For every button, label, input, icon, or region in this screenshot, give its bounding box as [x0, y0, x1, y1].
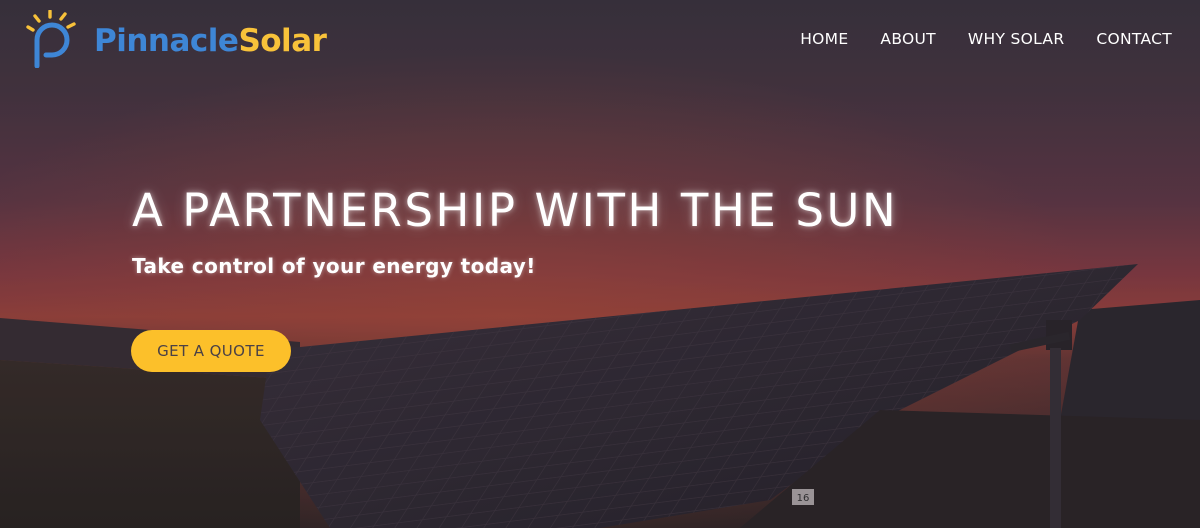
sun-p-icon — [26, 10, 76, 68]
main-nav: HOME ABOUT WHY SOLAR CONTACT — [768, 29, 1172, 49]
nav-item-contact[interactable]: CONTACT — [1096, 29, 1172, 49]
get-a-quote-button[interactable]: GET A QUOTE — [131, 330, 291, 372]
hero-subheadline: Take control of your energy today! — [132, 254, 536, 278]
brand-name: PinnacleSolar — [94, 22, 327, 59]
nav-item-home[interactable]: HOME — [800, 29, 848, 49]
nav-item-why-solar[interactable]: WHY SOLAR — [968, 29, 1064, 49]
brand-logo[interactable]: PinnacleSolar — [26, 10, 327, 68]
hero-section: 16 PinnacleSolar HOME ABOUT WHY SOLAR CO… — [0, 0, 1200, 528]
nav-item-about[interactable]: ABOUT — [880, 29, 935, 49]
brand-name-part1: Pinnacle — [94, 22, 239, 59]
brand-name-part2: Solar — [238, 22, 327, 59]
hero-headline: A PARTNERSHIP WITH THE SUN — [132, 184, 899, 237]
top-navbar: PinnacleSolar HOME ABOUT WHY SOLAR CONTA… — [0, 0, 1200, 80]
